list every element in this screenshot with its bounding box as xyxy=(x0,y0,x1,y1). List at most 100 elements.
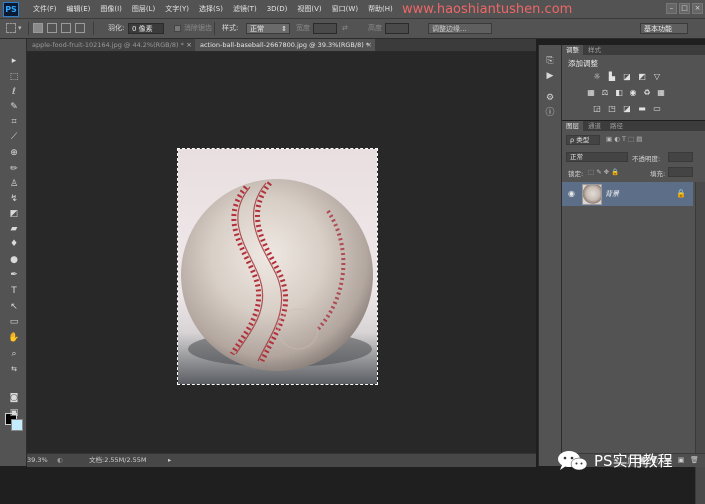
blur-tool-icon[interactable]: ♦ xyxy=(7,238,21,251)
menu-3d[interactable]: 3D(D) xyxy=(262,0,293,18)
black-white-icon[interactable]: ◧ xyxy=(614,88,624,97)
layer-thumbnail xyxy=(582,184,602,205)
selective-color-icon[interactable]: ▭ xyxy=(652,104,662,113)
menu-window[interactable]: 窗口(W) xyxy=(327,0,363,18)
new-selection-icon[interactable] xyxy=(33,23,43,33)
tab-close-icon[interactable]: × xyxy=(186,39,192,51)
tab-channels[interactable]: 通道 xyxy=(584,121,605,131)
color-lookup-icon[interactable]: ▦ xyxy=(656,88,666,97)
preset-chevron-icon[interactable]: ▾ xyxy=(18,19,22,38)
zoom-tool-icon[interactable]: ⌕ xyxy=(7,348,21,361)
eraser-tool-icon[interactable]: ◩ xyxy=(7,208,21,221)
tab-close-icon[interactable]: × xyxy=(366,39,372,51)
wechat-icon xyxy=(558,451,588,471)
subtract-selection-icon[interactable] xyxy=(61,23,71,33)
marquee-tool-icon[interactable]: ⬚ xyxy=(7,71,21,84)
close-button[interactable]: × xyxy=(692,3,703,14)
screen-mode-icon[interactable]: ▣ xyxy=(7,407,21,420)
tab-layers[interactable]: 图层 xyxy=(562,121,583,131)
swap-icon[interactable]: ⇄ xyxy=(342,19,348,38)
adjustments-tabs: 调整 样式 xyxy=(562,45,705,55)
width-input[interactable] xyxy=(313,23,337,34)
vibrance-icon[interactable]: ▽ xyxy=(652,72,662,81)
fill-input[interactable] xyxy=(668,167,693,177)
filter-icons[interactable]: ▣ ◐ T ⬚ ▤ xyxy=(606,135,642,143)
gradient-tool-icon[interactable]: ▰ xyxy=(7,223,21,236)
blend-mode-select[interactable]: 正常 xyxy=(566,152,628,162)
crop-tool-icon[interactable]: ⌗ xyxy=(7,116,21,129)
tab-paths[interactable]: 路径 xyxy=(606,121,627,131)
actions-panel-icon[interactable]: ▶ xyxy=(544,70,556,82)
menu-filter[interactable]: 滤镜(T) xyxy=(228,0,262,18)
history-panel-icon[interactable]: ⎘ xyxy=(544,55,556,67)
curves-icon[interactable]: ◪ xyxy=(622,72,632,81)
antialias-checkbox[interactable] xyxy=(174,25,181,32)
maximize-button[interactable]: □ xyxy=(679,3,690,14)
marquee-preset-icon[interactable] xyxy=(6,23,16,33)
info-panel-icon[interactable]: ⓘ xyxy=(544,107,556,119)
intersect-selection-icon[interactable] xyxy=(75,23,85,33)
visibility-eye-icon[interactable]: ◉ xyxy=(568,189,575,198)
menu-edit[interactable]: 编辑(E) xyxy=(62,0,96,18)
status-menu-arrow-icon[interactable]: ▸ xyxy=(168,454,171,467)
zoom-level[interactable]: 39.3% xyxy=(27,454,48,467)
menu-view[interactable]: 视图(V) xyxy=(292,0,326,18)
minimize-button[interactable]: – xyxy=(666,3,677,14)
dodge-tool-icon[interactable]: ● xyxy=(7,254,21,267)
lock-icons[interactable]: ⬚ ✎ ✥ 🔒 xyxy=(588,168,619,176)
shape-tool-icon[interactable]: ▭ xyxy=(7,316,21,329)
tab-baseball[interactable]: action-ball-baseball-2667800.jpg @ 39.3%… xyxy=(195,39,375,51)
move-tool-icon[interactable]: ▸ xyxy=(7,55,21,68)
refine-edge-button[interactable]: 调整边缘... xyxy=(428,23,492,34)
feather-input[interactable]: 0 像素 xyxy=(128,23,164,34)
tab-adjustments[interactable]: 调整 xyxy=(562,45,583,55)
menu-image[interactable]: 图像(I) xyxy=(95,0,127,18)
tab-label: apple-food-fruit-102164.jpg @ 44.2%(RGB/… xyxy=(32,41,184,49)
levels-icon[interactable]: ▙ xyxy=(607,72,617,81)
tab-styles[interactable]: 样式 xyxy=(584,45,605,55)
layers-panel: 图层 通道 路径 ρ 类型 ▣ ◐ T ⬚ ▤ 正常 不透明度: 锁定: ⬚ ✎… xyxy=(562,121,705,504)
threshold-icon[interactable]: ◪ xyxy=(622,104,632,113)
hand-tool-icon[interactable]: ✋ xyxy=(7,332,21,345)
brush-tool-icon[interactable]: ✏ xyxy=(7,163,21,176)
type-tool-icon[interactable]: T xyxy=(7,285,21,298)
path-selection-tool-icon[interactable]: ↖ xyxy=(7,301,21,314)
menu-file[interactable]: 文件(F) xyxy=(28,0,62,18)
workspace-select[interactable]: 基本功能 xyxy=(640,23,688,34)
menu-help[interactable]: 帮助(H) xyxy=(363,0,398,18)
opacity-input[interactable] xyxy=(668,152,693,162)
watermark-text: www.haoshiantushen.com xyxy=(402,3,573,16)
background-color-swatch[interactable] xyxy=(11,419,23,431)
quick-selection-tool-icon[interactable]: ✎ xyxy=(7,101,21,114)
photo-filter-icon[interactable]: ◉ xyxy=(628,88,638,97)
layer-row-background[interactable]: ◉ 背景 🔒 xyxy=(562,182,693,206)
properties-panel-icon[interactable]: ⚙ xyxy=(544,92,556,104)
gradient-map-icon[interactable]: ▬ xyxy=(637,104,647,113)
layer-filter-select[interactable]: ρ 类型 xyxy=(566,135,600,145)
credit-overlay: PS实用教程 xyxy=(556,450,705,472)
quick-mask-icon[interactable]: ◙ xyxy=(7,392,21,405)
add-adjustment-title: 添加调整 xyxy=(568,59,598,68)
menu-layer[interactable]: 图层(L) xyxy=(127,0,160,18)
channel-mixer-icon[interactable]: ♻ xyxy=(642,88,652,97)
exposure-icon[interactable]: ◩ xyxy=(637,72,647,81)
add-selection-icon[interactable] xyxy=(47,23,57,33)
lasso-tool-icon[interactable]: ℓ xyxy=(7,86,21,99)
pen-tool-icon[interactable]: ✒ xyxy=(7,269,21,282)
style-select[interactable]: 正常 ⇕ xyxy=(246,23,290,34)
menu-select[interactable]: 选择(S) xyxy=(194,0,228,18)
height-input[interactable] xyxy=(385,23,409,34)
eyedropper-tool-icon[interactable]: ⟋ xyxy=(7,131,21,144)
brightness-icon[interactable]: ☼ xyxy=(592,72,602,81)
history-brush-tool-icon[interactable]: ↯ xyxy=(7,193,21,206)
healing-brush-tool-icon[interactable]: ⊕ xyxy=(7,147,21,160)
clone-stamp-tool-icon[interactable]: ♙ xyxy=(7,178,21,191)
menu-type[interactable]: 文字(Y) xyxy=(160,0,194,18)
tab-apple-food[interactable]: apple-food-fruit-102164.jpg @ 44.2%(RGB/… xyxy=(27,39,195,51)
layer-lock-icon: 🔒 xyxy=(676,189,686,198)
hue-saturation-icon[interactable]: ▦ xyxy=(586,88,596,97)
invert-icon[interactable]: ◲ xyxy=(592,104,602,113)
posterize-icon[interactable]: ◳ xyxy=(607,104,617,113)
swap-colors-icon[interactable]: ⇆ xyxy=(7,363,21,376)
color-balance-icon[interactable]: ⚖ xyxy=(600,88,610,97)
